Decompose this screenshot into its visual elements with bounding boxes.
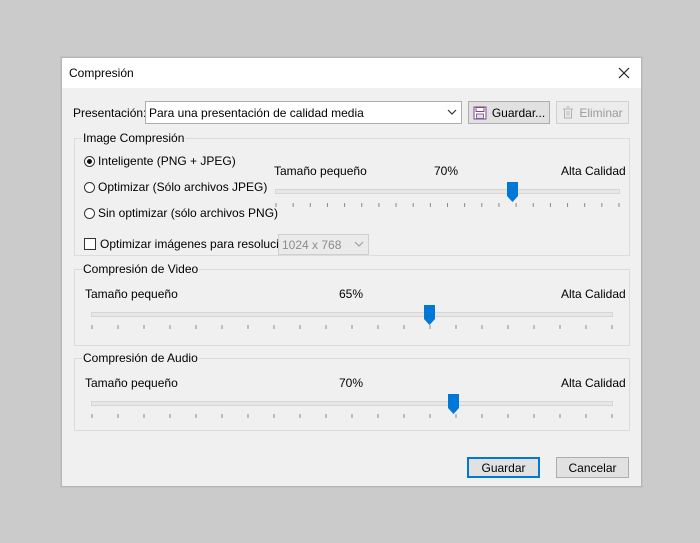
video-group-title: Compresión de Video: [82, 262, 200, 276]
video-slider-thumb[interactable]: [424, 305, 435, 325]
video-slider-max-label: Alta Calidad: [561, 287, 626, 301]
resolution-dropdown[interactable]: 1024 x 768: [278, 234, 369, 255]
delete-preset-button[interactable]: Eliminar: [556, 101, 629, 124]
save-preset-label: Guardar...: [491, 105, 546, 120]
preset-dropdown[interactable]: Para una presentación de calidad media: [145, 101, 462, 124]
audio-group-title: Compresión de Audio: [82, 351, 199, 365]
radio-jpeg-only[interactable]: Optimizar (Sólo archivos JPEG): [84, 180, 267, 194]
chevron-down-icon: [354, 241, 364, 247]
audio-compression-group: Compresión de Audio: [74, 351, 630, 431]
audio-slider-min-label: Tamaño pequeño: [85, 376, 178, 390]
close-button[interactable]: [611, 60, 637, 86]
radio-no-optimize-label: Sin optimizar (sólo archivos PNG): [98, 206, 279, 220]
trash-icon: [563, 106, 574, 119]
audio-slider-ticks: [91, 414, 613, 418]
image-quality-slider[interactable]: [275, 189, 620, 194]
resolution-checkbox-label: Optimizar imágenes para resolución:: [100, 237, 296, 251]
ok-button-label: Guardar: [481, 460, 526, 475]
delete-preset-label: Eliminar: [579, 105, 623, 120]
compression-dialog: Compresión Presentación: Para una presen…: [61, 57, 642, 487]
image-slider-thumb[interactable]: [507, 182, 518, 202]
title-bar: Compresión: [62, 58, 641, 88]
radio-no-optimize-indicator: [84, 207, 95, 219]
image-slider-ticks: [275, 203, 620, 207]
audio-quality-slider[interactable]: [91, 401, 613, 406]
dialog-title: Compresión: [69, 66, 134, 80]
video-slider-value-label: 65%: [339, 287, 364, 301]
chevron-down-icon: [447, 109, 457, 115]
cancel-button[interactable]: Cancelar: [556, 457, 629, 478]
save-preset-button[interactable]: Guardar...: [468, 101, 550, 124]
close-icon: [618, 67, 630, 79]
preset-label: Presentación:: [73, 106, 147, 120]
audio-slider-max-label: Alta Calidad: [561, 376, 626, 390]
image-slider-max-label: Alta Calidad: [561, 164, 626, 178]
video-compression-group: Compresión de Video: [74, 262, 630, 346]
resolution-checkbox[interactable]: Optimizar imágenes para resolución:: [84, 237, 295, 251]
video-slider-ticks: [91, 325, 613, 329]
radio-smart[interactable]: Inteligente (PNG + JPEG): [84, 154, 236, 168]
audio-slider-value-label: 70%: [339, 376, 364, 390]
radio-no-optimize[interactable]: Sin optimizar (sólo archivos PNG): [84, 206, 278, 220]
audio-slider-thumb[interactable]: [448, 394, 459, 414]
image-slider-value-label: 70%: [434, 164, 459, 178]
cancel-button-label: Cancelar: [568, 460, 617, 475]
resolution-checkbox-box: [84, 238, 96, 250]
floppy-disk-icon: [473, 106, 487, 119]
radio-jpeg-only-label: Optimizar (Sólo archivos JPEG): [98, 180, 268, 194]
radio-smart-label: Inteligente (PNG + JPEG): [98, 154, 236, 168]
ok-button[interactable]: Guardar: [467, 457, 540, 478]
resolution-value: 1024 x 768: [282, 238, 342, 252]
radio-jpeg-only-indicator: [84, 181, 95, 193]
video-quality-slider[interactable]: [91, 312, 613, 317]
video-slider-min-label: Tamaño pequeño: [85, 287, 178, 301]
image-group-title: Image Compresión: [82, 131, 186, 145]
radio-smart-indicator: [84, 155, 95, 167]
image-slider-min-label: Tamaño pequeño: [274, 164, 367, 178]
preset-selected-value: Para una presentación de calidad media: [149, 106, 364, 120]
